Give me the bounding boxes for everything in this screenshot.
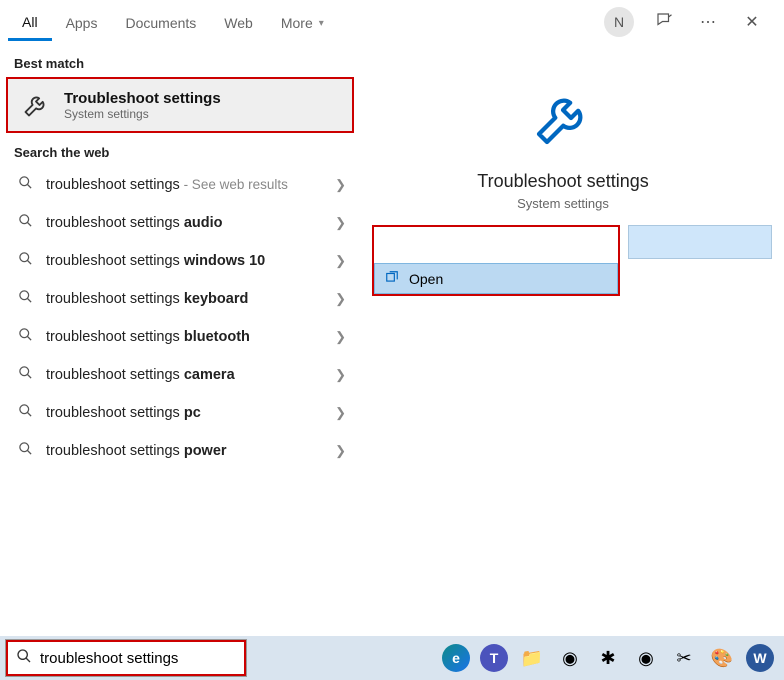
search-icon <box>16 403 34 423</box>
search-icon <box>16 213 34 233</box>
chevron-right-icon: ❯ <box>335 443 346 459</box>
search-icon <box>16 251 34 271</box>
results-pane: Best match Troubleshoot settings System … <box>0 44 360 636</box>
best-match-result[interactable]: Troubleshoot settings System settings <box>6 77 354 133</box>
taskbar: eT📁◉✱◉✂🎨W <box>0 636 784 680</box>
feedback-icon[interactable] <box>650 11 678 34</box>
chrome-icon[interactable]: ◉ <box>554 642 586 674</box>
search-icon <box>8 648 40 669</box>
chevron-right-icon: ❯ <box>335 253 346 269</box>
open-button[interactable]: Open <box>374 263 618 294</box>
best-match-subtitle: System settings <box>64 107 221 121</box>
web-result-3[interactable]: troubleshoot settings keyboard ❯ <box>0 280 360 318</box>
chevron-right-icon: ❯ <box>335 215 346 231</box>
web-result-text: troubleshoot settings camera <box>46 367 323 383</box>
search-input[interactable] <box>40 642 244 674</box>
word-icon[interactable]: W <box>744 642 776 674</box>
files-icon[interactable]: 📁 <box>516 642 548 674</box>
search-box[interactable] <box>6 640 246 676</box>
chevron-right-icon: ❯ <box>335 329 346 345</box>
slack-icon[interactable]: ✱ <box>592 642 624 674</box>
web-result-7[interactable]: troubleshoot settings power ❯ <box>0 432 360 470</box>
chevron-right-icon: ❯ <box>335 367 346 383</box>
preview-subtitle: System settings <box>374 196 752 211</box>
web-result-1[interactable]: troubleshoot settings audio ❯ <box>0 204 360 242</box>
web-result-text: troubleshoot settings - See web results <box>46 177 323 193</box>
web-result-text: troubleshoot settings audio <box>46 215 323 231</box>
scope-tabs: All Apps Documents Web More <box>8 4 338 41</box>
search-web-heading: Search the web <box>0 133 360 166</box>
action-strip[interactable] <box>628 225 772 259</box>
search-icon <box>16 327 34 347</box>
tab-documents[interactable]: Documents <box>111 4 210 41</box>
search-icon <box>16 289 34 309</box>
chevron-right-icon: ❯ <box>335 291 346 307</box>
best-match-title: Troubleshoot settings <box>64 90 221 107</box>
search-icon <box>16 441 34 461</box>
edge-icon[interactable]: e <box>440 642 472 674</box>
web-result-text: troubleshoot settings bluetooth <box>46 329 323 345</box>
teams-icon[interactable]: T <box>478 642 510 674</box>
paint-icon[interactable]: 🎨 <box>706 642 738 674</box>
more-options-icon[interactable]: ⋯ <box>694 12 722 32</box>
wrench-icon <box>20 89 52 121</box>
preview-wrench-icon <box>374 86 752 155</box>
web-result-text: troubleshoot settings pc <box>46 405 323 421</box>
user-avatar[interactable]: N <box>604 7 634 37</box>
preview-title: Troubleshoot settings <box>374 171 752 192</box>
web-result-text: troubleshoot settings windows 10 <box>46 253 323 269</box>
taskbar-apps: eT📁◉✱◉✂🎨W <box>440 642 784 674</box>
close-icon[interactable]: ✕ <box>738 12 766 32</box>
web-result-5[interactable]: troubleshoot settings camera ❯ <box>0 356 360 394</box>
tab-more[interactable]: More <box>267 4 338 41</box>
web-result-text: troubleshoot settings keyboard <box>46 291 323 307</box>
open-label: Open <box>409 271 443 287</box>
web-result-text: troubleshoot settings power <box>46 443 323 459</box>
chevron-right-icon: ❯ <box>335 405 346 421</box>
best-match-heading: Best match <box>0 44 360 77</box>
chevron-right-icon: ❯ <box>335 177 346 193</box>
web-result-6[interactable]: troubleshoot settings pc ❯ <box>0 394 360 432</box>
preview-pane: Troubleshoot settings System settings Op… <box>360 44 784 636</box>
tab-apps[interactable]: Apps <box>52 4 112 41</box>
snip-icon[interactable]: ✂ <box>668 642 700 674</box>
search-header: All Apps Documents Web More N ⋯ ✕ <box>0 0 784 44</box>
search-icon <box>16 175 34 195</box>
web-result-4[interactable]: troubleshoot settings bluetooth ❯ <box>0 318 360 356</box>
search-icon <box>16 365 34 385</box>
web-result-0[interactable]: troubleshoot settings - See web results ❯ <box>0 166 360 204</box>
web-result-2[interactable]: troubleshoot settings windows 10 ❯ <box>0 242 360 280</box>
tab-web[interactable]: Web <box>210 4 267 41</box>
open-icon <box>385 270 399 287</box>
chrome-beta-icon[interactable]: ◉ <box>630 642 662 674</box>
tab-all[interactable]: All <box>8 4 52 41</box>
